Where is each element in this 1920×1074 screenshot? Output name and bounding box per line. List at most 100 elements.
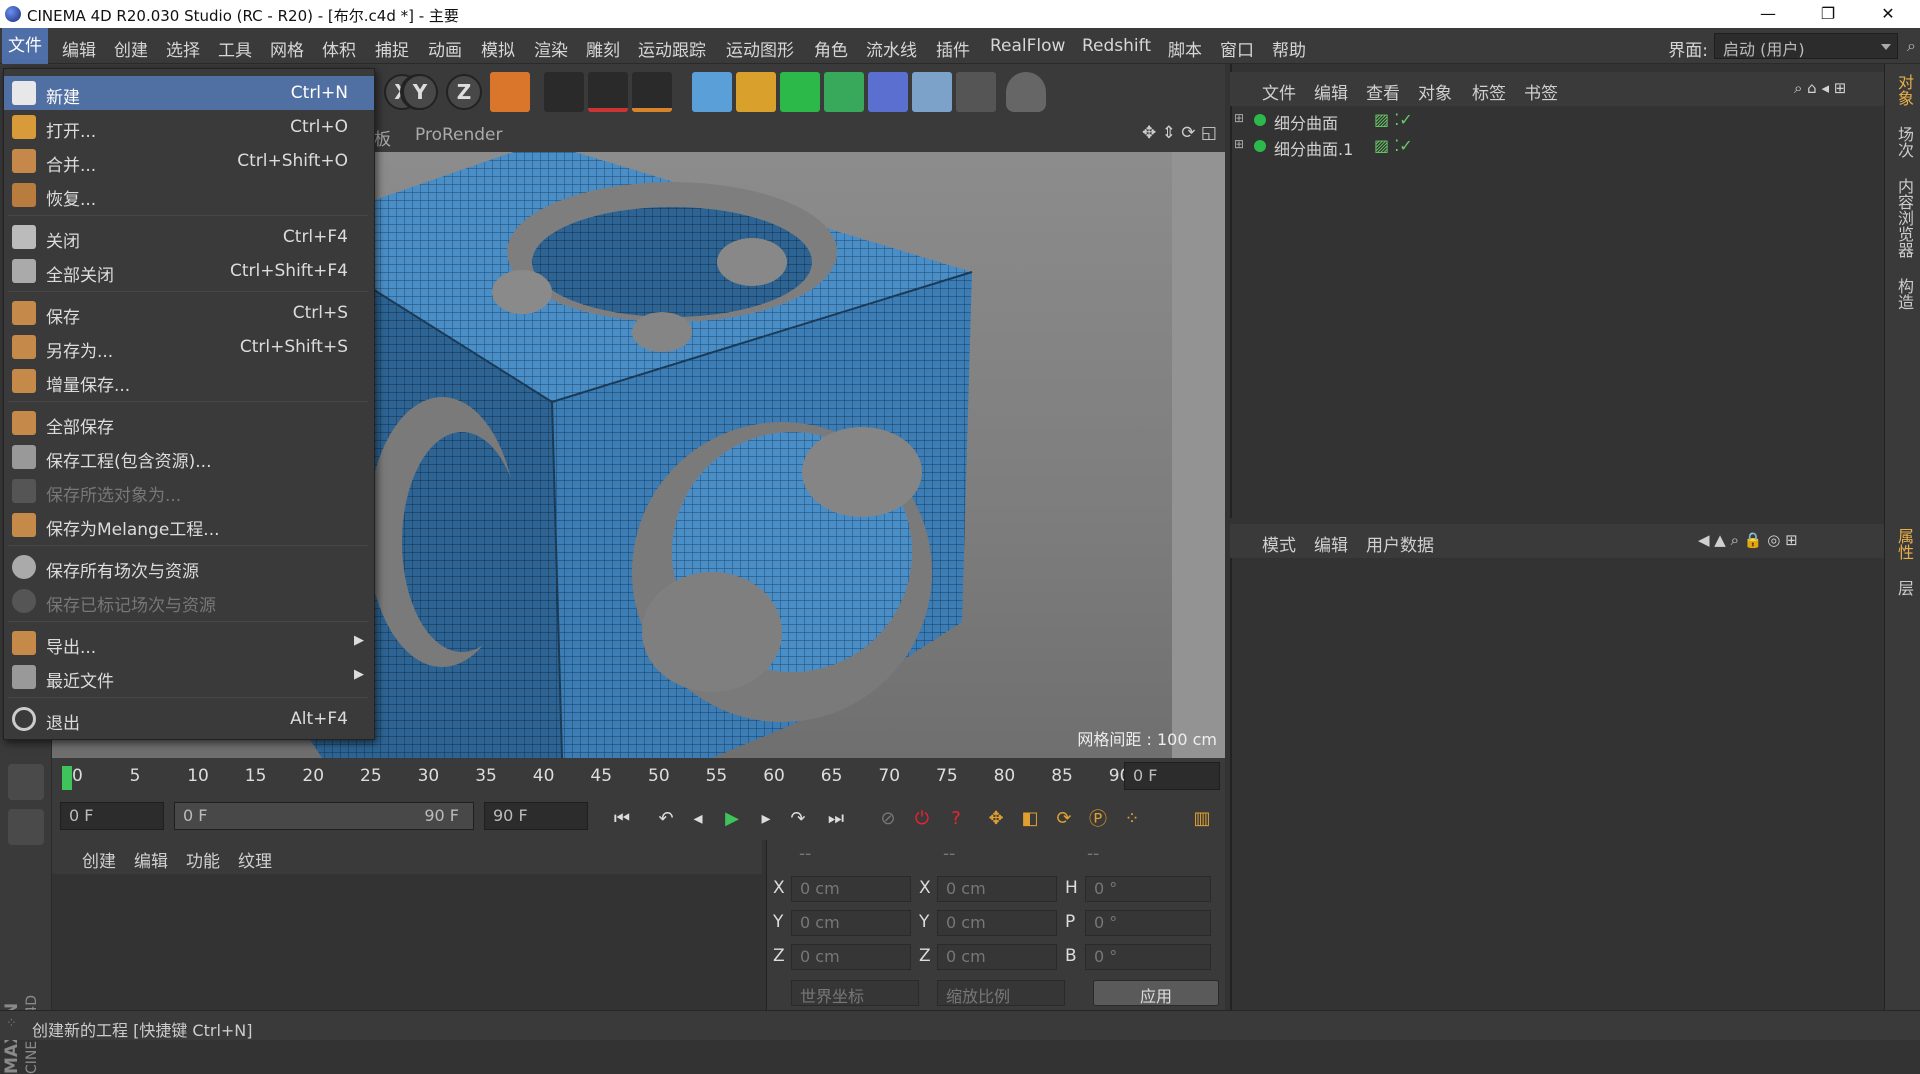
menu-snap[interactable]: 捕捉 <box>375 36 409 61</box>
objmgr-menu-edit[interactable]: 编辑 <box>1314 79 1348 104</box>
file-menu-new[interactable]: 新建 Ctrl+N <box>4 76 374 110</box>
menu-motion-tracking[interactable]: 运动跟踪 <box>638 36 706 61</box>
menu-pipeline[interactable]: 流水线 <box>866 36 917 61</box>
mat-menu-function[interactable]: 功能 <box>186 847 220 872</box>
objmgr-menu-tags[interactable]: 标签 <box>1472 79 1506 104</box>
lock-tool-icon[interactable] <box>8 764 44 800</box>
object-row-subdivision-1[interactable]: ⊞ 细分曲面.1 ▨ ⁚✓ <box>1234 134 1874 160</box>
rotation-b-field[interactable]: 0 ° <box>1085 944 1211 970</box>
render-settings-icon[interactable] <box>632 72 672 112</box>
file-menu-save-all[interactable]: 全部保存 <box>4 406 374 440</box>
menu-file[interactable]: 文件 <box>2 28 48 64</box>
render-view-icon[interactable] <box>544 72 584 112</box>
menu-render[interactable]: 渲染 <box>534 36 568 61</box>
position-z-field[interactable]: 0 cm <box>791 944 911 970</box>
file-menu-export[interactable]: 导出... ▶ <box>4 626 374 660</box>
mat-menu-texture[interactable]: 纹理 <box>238 847 272 872</box>
objmgr-menu-view[interactable]: 查看 <box>1366 79 1400 104</box>
tab-layers[interactable]: 层 <box>1892 580 1916 596</box>
viewport-tab-panel[interactable]: 板 <box>374 125 391 150</box>
next-frame-icon[interactable]: ▸ <box>752 804 780 832</box>
attr-menu-mode[interactable]: 模式 <box>1262 531 1296 556</box>
minimize-button[interactable]: — <box>1740 0 1796 28</box>
file-menu-close[interactable]: 关闭 Ctrl+F4 <box>4 220 374 254</box>
tab-structure[interactable]: 构造 <box>1892 278 1916 310</box>
scale-key-icon[interactable]: ◧ <box>1016 804 1044 832</box>
play-icon[interactable]: ▶ <box>718 804 746 832</box>
file-menu-close-all[interactable]: 全部关闭 Ctrl+Shift+F4 <box>4 254 374 288</box>
menu-volume[interactable]: 体积 <box>322 36 356 61</box>
timeline-ruler[interactable]: 0 5 10 15 20 25 30 35 40 45 50 55 60 65 70 75 80 85 90 0 F <box>52 758 1225 794</box>
cube-icon[interactable] <box>692 72 732 112</box>
scale-ratio-select[interactable]: 缩放比例 <box>937 980 1065 1006</box>
prev-key-icon[interactable]: ↶ <box>652 804 680 832</box>
light-icon[interactable] <box>1006 72 1046 112</box>
expand-icon[interactable]: ⊞ <box>1234 137 1244 151</box>
viewport-nav-icons[interactable]: ✥ ⇕ ⟳ ◱ <box>1142 123 1217 143</box>
file-menu-recent[interactable]: 最近文件 ▶ <box>4 660 374 694</box>
camera-icon[interactable] <box>956 72 996 112</box>
viewport-tab-prorender[interactable]: ProRender <box>415 125 503 145</box>
tab-attributes[interactable]: 属性 <box>1892 528 1916 560</box>
apply-button[interactable]: 应用 <box>1093 980 1219 1006</box>
attr-menu-edit[interactable]: 编辑 <box>1314 531 1348 556</box>
goto-start-icon[interactable]: ⏮ <box>608 804 636 832</box>
file-menu-save-takes[interactable]: 保存所有场次与资源 <box>4 550 374 584</box>
menu-redshift[interactable]: Redshift <box>1082 36 1151 56</box>
file-menu-revert[interactable]: 恢复... <box>4 178 374 212</box>
tab-content-browser[interactable]: 内容浏览器 <box>1892 178 1916 258</box>
expand-icon[interactable]: ⊞ <box>1234 111 1244 125</box>
size-x-field[interactable]: 0 cm <box>937 876 1057 902</box>
position-x-field[interactable]: 0 cm <box>791 876 911 902</box>
current-frame-field[interactable]: 0 F <box>1124 762 1220 790</box>
menu-window[interactable]: 窗口 <box>1220 36 1254 61</box>
pla-key-icon[interactable]: ⁘ <box>1118 804 1146 832</box>
array-icon[interactable] <box>824 72 864 112</box>
pen-icon[interactable] <box>736 72 776 112</box>
menu-plugins[interactable]: 插件 <box>936 36 970 61</box>
menu-script[interactable]: 脚本 <box>1168 36 1202 61</box>
file-menu-save[interactable]: 保存 Ctrl+S <box>4 296 374 330</box>
file-menu-exit[interactable]: 退出 Alt+F4 <box>4 702 374 736</box>
subdivision-surface-icon[interactable] <box>780 72 820 112</box>
goto-end-icon[interactable]: ⏭ <box>822 804 850 832</box>
rotate-key-icon[interactable]: ⟳ <box>1050 804 1078 832</box>
close-window-button[interactable]: ✕ <box>1860 0 1916 28</box>
search-icon[interactable]: ⌕ <box>1907 36 1916 56</box>
maximize-button[interactable]: ❐ <box>1800 0 1856 28</box>
autokey-icon[interactable]: ⏻ <box>908 804 936 832</box>
material-manager[interactable] <box>52 874 762 1010</box>
axis-z-button[interactable]: Z <box>446 74 482 110</box>
tab-objects[interactable]: 对象 <box>1892 74 1916 106</box>
param-key-icon[interactable]: Ⓟ <box>1084 804 1112 832</box>
end-frame-field[interactable]: 90 F <box>484 802 588 830</box>
start-frame-field[interactable]: 0 F <box>60 802 164 830</box>
menu-mesh[interactable]: 网格 <box>270 36 304 61</box>
menu-select[interactable]: 选择 <box>166 36 200 61</box>
visibility-check-icon[interactable]: ▨ ⁚✓ <box>1374 110 1413 129</box>
file-menu-save-melange[interactable]: 保存为Melange工程... <box>4 508 374 542</box>
file-menu-incremental-save[interactable]: 增量保存... <box>4 364 374 398</box>
coordinate-system-icon[interactable] <box>490 72 530 112</box>
file-menu-save-project[interactable]: 保存工程(包含资源)... <box>4 440 374 474</box>
move-key-icon[interactable]: ✥ <box>982 804 1010 832</box>
axis-y-button[interactable]: Y <box>402 74 438 110</box>
workplane-tool-icon[interactable] <box>8 809 44 845</box>
floor-icon[interactable] <box>912 72 952 112</box>
menu-realflow[interactable]: RealFlow <box>990 36 1065 56</box>
objmgr-menu-objects[interactable]: 对象 <box>1418 79 1452 104</box>
tab-takes[interactable]: 场次 <box>1892 126 1916 158</box>
mat-menu-create[interactable]: 创建 <box>82 847 116 872</box>
menu-character[interactable]: 角色 <box>814 36 848 61</box>
world-coords-select[interactable]: 世界坐标 <box>791 980 919 1006</box>
mat-menu-edit[interactable]: 编辑 <box>134 847 168 872</box>
frame-range-slider[interactable]: 0 F 90 F <box>174 802 474 830</box>
keyframe-selection-icon[interactable]: ? <box>942 804 970 832</box>
timeline-window-icon[interactable]: ▥ <box>1188 804 1216 832</box>
visibility-check-icon[interactable]: ▨ ⁚✓ <box>1374 136 1413 155</box>
attr-nav-icons[interactable]: ◀ ▲ ⌕ 🔒 ◎ ⊞ <box>1698 531 1798 549</box>
file-menu-open[interactable]: 打开... Ctrl+O <box>4 110 374 144</box>
menu-tools[interactable]: 工具 <box>218 36 252 61</box>
render-picture-viewer-icon[interactable] <box>588 72 628 112</box>
deformer-icon[interactable] <box>868 72 908 112</box>
